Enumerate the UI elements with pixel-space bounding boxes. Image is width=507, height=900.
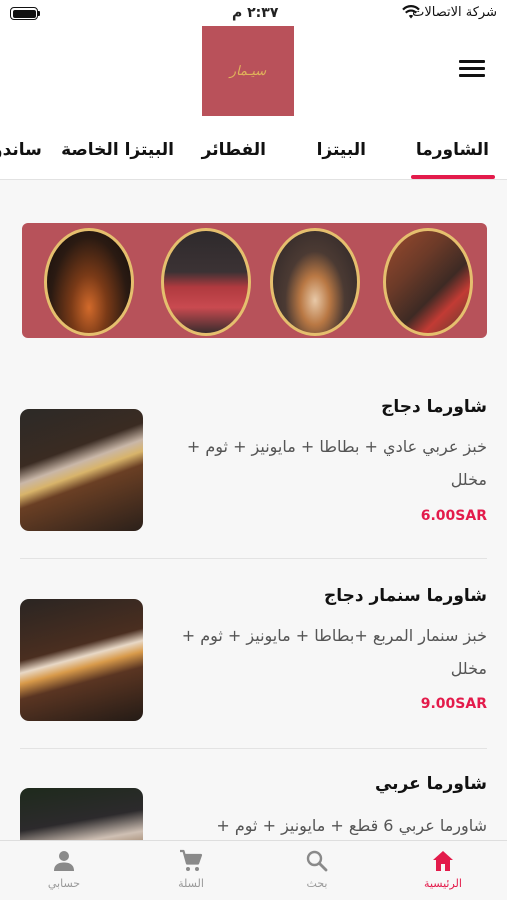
promo-banner[interactable]	[22, 223, 487, 338]
chicken-shawarma-image	[20, 409, 143, 531]
item-price: 6.00SAR	[420, 508, 487, 524]
pizza-slice-image	[270, 228, 360, 336]
bottom-navigation: الرئيسية بحث السلة حسابي	[0, 840, 507, 900]
nav-account-label: حسابي	[47, 877, 81, 890]
item-description: خبز سنمار المربع +بطاطا + مايونيز + ثوم …	[181, 626, 487, 678]
restaurant-logo: سيـمار	[202, 26, 294, 116]
logo-text: سيـمار	[229, 63, 267, 79]
arabic-shawarma-image	[20, 788, 143, 840]
menu-item[interactable]: شاورما سنمار دجاج خبز سنمار المربع +بطاط…	[0, 574, 507, 744]
nav-home-label: الرئيسية	[424, 877, 462, 890]
wifi-icon	[402, 5, 420, 19]
tab-special-pizza[interactable]: البيتزا الخاصة	[61, 140, 174, 160]
battery-tip	[38, 11, 40, 16]
fire-oven-image	[44, 228, 134, 336]
search-icon	[306, 850, 328, 872]
hamburger-menu-icon[interactable]	[459, 60, 485, 82]
nav-cart[interactable]: السلة	[151, 841, 231, 900]
carrier-name: شركة الاتصالات	[412, 5, 497, 20]
category-tabs: الشاورما البيتزا الفطائر البيتزا الخاصة …	[0, 130, 507, 180]
item-name: شاورما دجاج	[381, 397, 487, 417]
item-name: شاورما عربي	[374, 774, 487, 794]
nav-cart-label: السلة	[178, 877, 204, 890]
item-description: شاورما عربي 6 قطع + مايونيز + ثوم +	[216, 816, 487, 835]
item-price: 9.00SAR	[420, 696, 487, 712]
tab-pies[interactable]: الفطائر	[202, 140, 266, 160]
menu-item[interactable]: شاورما دجاج خبز عربي عادي + بطاطا + مايو…	[0, 385, 507, 555]
menu-item[interactable]: شاورما عربي شاورما عربي 6 قطع + مايونيز …	[0, 764, 507, 840]
item-name: شاورما سنمار دجاج	[323, 586, 487, 606]
nav-account[interactable]: حسابي	[24, 841, 104, 900]
home-icon	[433, 851, 453, 871]
battery-icon	[10, 7, 38, 20]
tab-pizza[interactable]: البيتزا	[317, 140, 366, 160]
item-description: خبز عربي عادي + بطاطا + مايونيز + ثوم + …	[186, 437, 487, 489]
shawarma-drink-image	[383, 228, 473, 336]
item-divider	[20, 558, 487, 559]
tab-sandwiches[interactable]: ساندو	[0, 140, 42, 160]
status-bar: شركة الاتصالات ٢:٣٧ م	[0, 0, 507, 28]
sinmar-shawarma-image	[20, 599, 143, 721]
pizza-boxes-image	[161, 228, 251, 336]
status-time: ٢:٣٧ م	[232, 5, 279, 21]
account-icon	[54, 851, 74, 871]
cart-icon	[180, 849, 203, 871]
item-divider	[20, 748, 487, 749]
nav-home[interactable]: الرئيسية	[403, 841, 483, 900]
nav-search[interactable]: بحث	[277, 841, 357, 900]
nav-search-label: بحث	[306, 877, 328, 890]
tab-shawarma[interactable]: الشاورما	[416, 140, 489, 160]
